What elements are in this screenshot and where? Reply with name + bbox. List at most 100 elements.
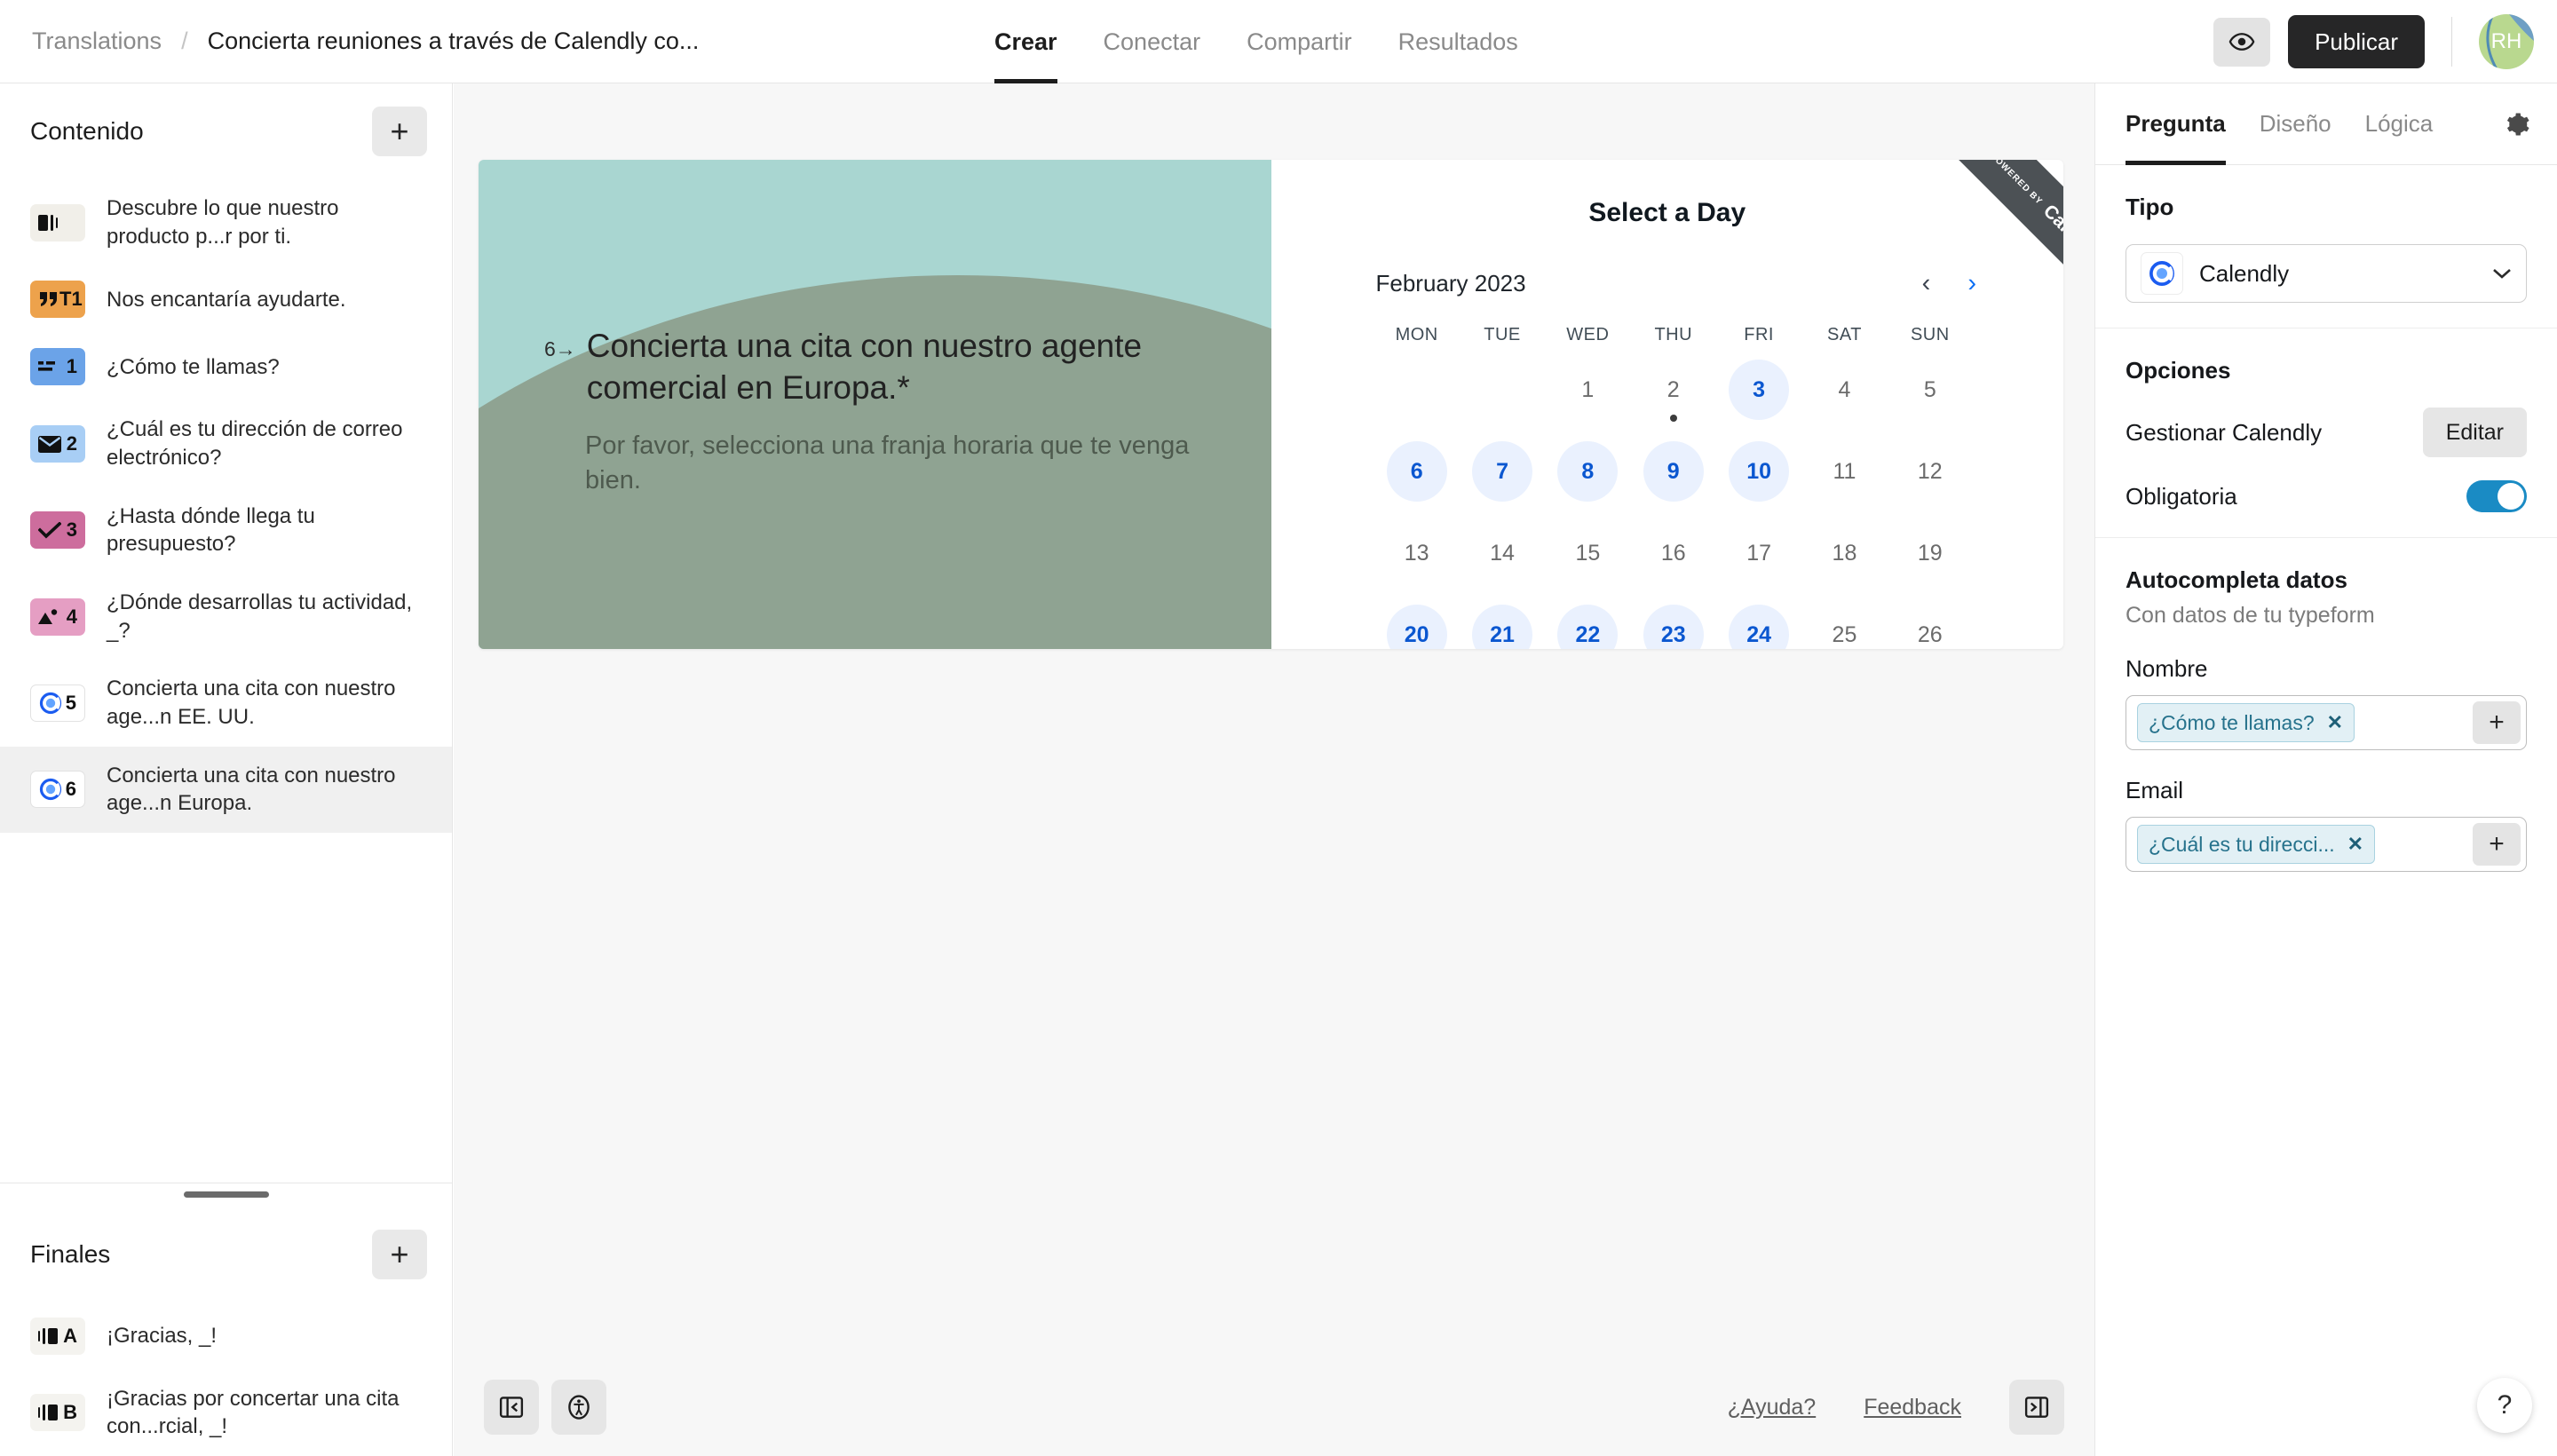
preview-button[interactable] xyxy=(2213,17,2271,67)
calendar-cell: 19 xyxy=(1888,516,1973,590)
list-item[interactable]: B ¡Gracias por concertar una cita con...… xyxy=(0,1370,452,1456)
collapse-right-panel-button[interactable] xyxy=(2009,1380,2064,1435)
help-floating-button[interactable]: ? xyxy=(2477,1378,2532,1433)
list-item-selected[interactable]: 6 Concierta una cita con nuestro age...n… xyxy=(0,746,452,834)
today-dot xyxy=(1669,415,1677,422)
calendar-day-disabled: 16 xyxy=(1660,540,1686,566)
question-type-select[interactable]: Calendly xyxy=(2126,244,2527,303)
calendar-day-available[interactable]: 9 xyxy=(1643,441,1704,502)
left-sidebar: Contenido + Descubre lo que nuestro prod… xyxy=(0,83,453,1456)
publish-label: Publicar xyxy=(2315,28,2398,55)
list-item[interactable]: 1 ¿Cómo te llamas? xyxy=(0,333,452,400)
list-item[interactable]: 4 ¿Dónde desarrollas tu actividad, _? xyxy=(0,574,452,660)
name-chip[interactable]: ¿Cómo te llamas? ✕ xyxy=(2137,703,2355,742)
calendar-day-available[interactable]: 6 xyxy=(1386,441,1447,502)
sidebar-resize-handle[interactable] xyxy=(183,1191,269,1199)
calendar-day-available[interactable]: 7 xyxy=(1472,441,1533,502)
options-section: Opciones Gestionar Calendly Editar Oblig… xyxy=(2095,328,2557,538)
add-ending-label: + xyxy=(390,1235,409,1272)
calendar-day-available[interactable]: 20 xyxy=(1386,605,1447,649)
toggle-knob xyxy=(2498,483,2524,510)
question-title[interactable]: Concierta una cita con nuestro agente co… xyxy=(587,325,1195,409)
dow-thu: THU xyxy=(1654,325,1693,344)
list-item[interactable]: 2 ¿Cuál es tu dirección de correo electr… xyxy=(0,400,452,487)
accessibility-button[interactable] xyxy=(551,1380,606,1435)
calendly-widget: POWERED BY Calendly Select a Day Februar… xyxy=(1271,160,2063,649)
settings-tabs: Pregunta Diseño Lógica xyxy=(2095,83,2557,165)
calendar-month-label: February 2023 xyxy=(1375,270,1526,297)
close-icon[interactable]: ✕ xyxy=(2327,711,2343,734)
list-item-label: Concierta una cita con nuestro age...n E… xyxy=(107,677,396,730)
help-link[interactable]: ¿Ayuda? xyxy=(1728,1395,1817,1420)
calendar-cell xyxy=(1374,352,1460,427)
calendar-week: 6 7 8 9 10 11 12 xyxy=(1374,434,1974,509)
add-name-field-button[interactable]: + xyxy=(2473,701,2521,744)
type-heading: Tipo xyxy=(2126,194,2174,220)
list-item-label: Descubre lo que nuestro producto p...r p… xyxy=(107,196,339,249)
tab-pregunta[interactable]: Pregunta xyxy=(2126,83,2226,165)
add-ending-button[interactable]: + xyxy=(372,1229,427,1279)
calendar-day-disabled: 18 xyxy=(1832,540,1857,566)
calendar-day-available[interactable]: 23 xyxy=(1643,605,1704,649)
item-badge: 3 xyxy=(30,511,85,550)
calendar-day-disabled: 19 xyxy=(1917,540,1943,566)
calendar-day-disabled: 12 xyxy=(1917,458,1943,484)
collapse-right-panel-icon xyxy=(2024,1397,2049,1418)
calendar-day-available[interactable]: 22 xyxy=(1557,605,1619,649)
add-email-field-button[interactable]: + xyxy=(2473,823,2521,866)
calendar-day-available[interactable]: 10 xyxy=(1729,441,1790,502)
list-item-label: ¿Dónde desarrollas tu actividad, _? xyxy=(107,590,413,643)
edit-button-label: Editar xyxy=(2445,419,2504,445)
tab-crear[interactable]: Crear xyxy=(994,0,1057,83)
calendar-day-available[interactable]: 21 xyxy=(1472,605,1533,649)
feedback-link[interactable]: Feedback xyxy=(1864,1395,1961,1420)
list-item[interactable]: 5 Concierta una cita con nuestro age...n… xyxy=(0,660,452,746)
calendar-cell: 6 xyxy=(1374,434,1460,509)
list-item[interactable]: 3 ¿Hasta dónde llega tu presupuesto? xyxy=(0,487,452,574)
question-mark-icon: ? xyxy=(2497,1390,2513,1420)
required-toggle[interactable] xyxy=(2466,480,2527,512)
manage-calendly-row: Gestionar Calendly Editar xyxy=(2126,408,2527,457)
collapse-left-panel-button[interactable] xyxy=(484,1380,539,1435)
list-item[interactable]: Descubre lo que nuestro producto p...r p… xyxy=(0,179,452,265)
list-item[interactable]: T1 Nos encantaría ayudarte. xyxy=(0,265,452,333)
calendar-cell: 12 xyxy=(1888,434,1973,509)
ending-screen-icon xyxy=(38,1404,61,1421)
item-badge: 6 xyxy=(30,771,85,809)
email-chip[interactable]: ¿Cuál es tu direcci... ✕ xyxy=(2137,825,2376,864)
tab-diseno[interactable]: Diseño xyxy=(2260,83,2331,165)
email-chip-text: ¿Cuál es tu direcci... xyxy=(2149,832,2335,856)
list-item-label: ¿Cómo te llamas? xyxy=(107,354,280,379)
settings-gear-button[interactable] xyxy=(2504,111,2530,138)
list-item[interactable]: A ¡Gracias, _! xyxy=(0,1302,452,1370)
tab-logica[interactable]: Lógica xyxy=(2365,83,2434,165)
name-chip-input[interactable]: ¿Cómo te llamas? ✕ + xyxy=(2126,695,2527,750)
calendar-cell: 9 xyxy=(1631,434,1716,509)
question-content: 6→ Concierta una cita con nuestro agente… xyxy=(479,325,1271,498)
email-chip-input[interactable]: ¿Cuál es tu direcci... ✕ + xyxy=(2126,817,2527,872)
edit-calendly-button[interactable]: Editar xyxy=(2422,408,2527,457)
calendar-day-available[interactable]: 24 xyxy=(1729,605,1790,649)
breadcrumb-root[interactable]: Translations xyxy=(32,28,162,55)
required-row: Obligatoria xyxy=(2126,480,2527,512)
question-description[interactable]: Por favor, selecciona una franja horaria… xyxy=(585,429,1195,498)
close-icon[interactable]: ✕ xyxy=(2347,833,2363,856)
item-badge: B xyxy=(30,1394,85,1432)
calendar-day-available[interactable]: 3 xyxy=(1729,360,1790,420)
item-badge: 1 xyxy=(30,348,85,386)
dow-mon: MON xyxy=(1395,325,1438,344)
calendar-day-available[interactable]: 8 xyxy=(1557,441,1619,502)
add-email-label: + xyxy=(2489,829,2505,859)
tab-resultados[interactable]: Resultados xyxy=(1398,0,1518,83)
breadcrumb-form-title[interactable]: Concierta reuniones a través de Calendly… xyxy=(208,28,700,55)
item-badge: 2 xyxy=(30,425,85,463)
dow-fri: FRI xyxy=(1744,325,1774,344)
avatar[interactable]: RH xyxy=(2479,14,2534,69)
publish-button[interactable]: Publicar xyxy=(2288,15,2425,68)
tab-conectar[interactable]: Conectar xyxy=(1104,0,1201,83)
top-bar: Translations / Concierta reuniones a tra… xyxy=(0,0,2557,83)
list-item-label: Nos encantaría ayudarte. xyxy=(107,287,346,312)
tab-compartir[interactable]: Compartir xyxy=(1247,0,1352,83)
calendar-week: 12345 xyxy=(1374,352,1974,427)
add-content-button[interactable]: + xyxy=(372,107,427,156)
